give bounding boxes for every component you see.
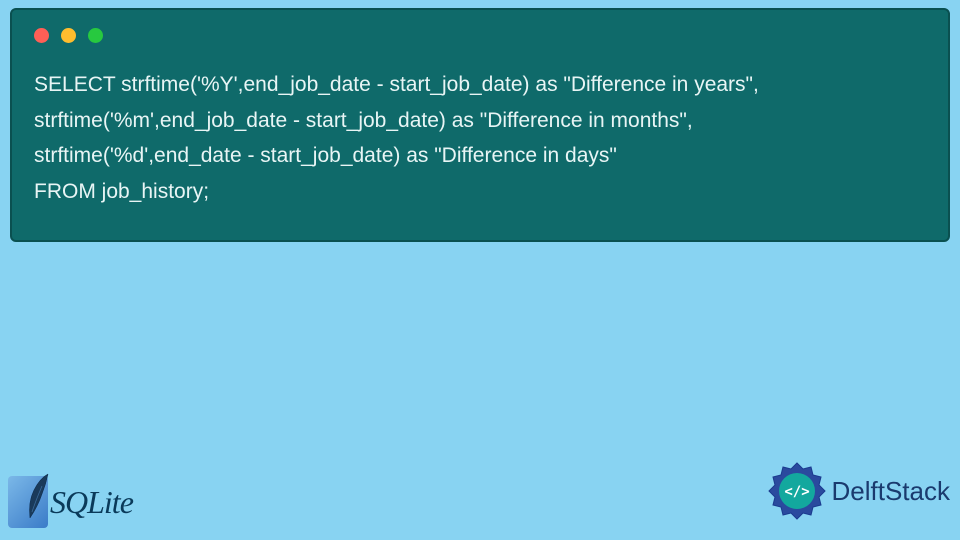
delftstack-badge-icon: </> (766, 460, 828, 522)
code-line-3: strftime('%d',end_date - start_job_date)… (34, 144, 617, 167)
delftstack-logo: </> DelftStack (766, 460, 951, 522)
sqlite-box-icon (8, 476, 48, 528)
minimize-icon (61, 28, 76, 43)
code-line-4: FROM job_history; (34, 180, 209, 203)
window-controls (34, 28, 926, 43)
maximize-icon (88, 28, 103, 43)
sqlite-text: SQLite (50, 484, 133, 521)
code-line-1: SELECT strftime('%Y',end_job_date - star… (34, 73, 759, 96)
sqlite-logo: SQLite (8, 476, 133, 528)
code-line-2: strftime('%m',end_job_date - start_job_d… (34, 109, 693, 132)
code-panel: SELECT strftime('%Y',end_job_date - star… (10, 8, 950, 242)
svg-text:</>: </> (784, 484, 809, 500)
feather-icon (26, 472, 50, 520)
close-icon (34, 28, 49, 43)
code-block: SELECT strftime('%Y',end_job_date - star… (34, 67, 926, 210)
delftstack-text: DelftStack (832, 476, 951, 507)
